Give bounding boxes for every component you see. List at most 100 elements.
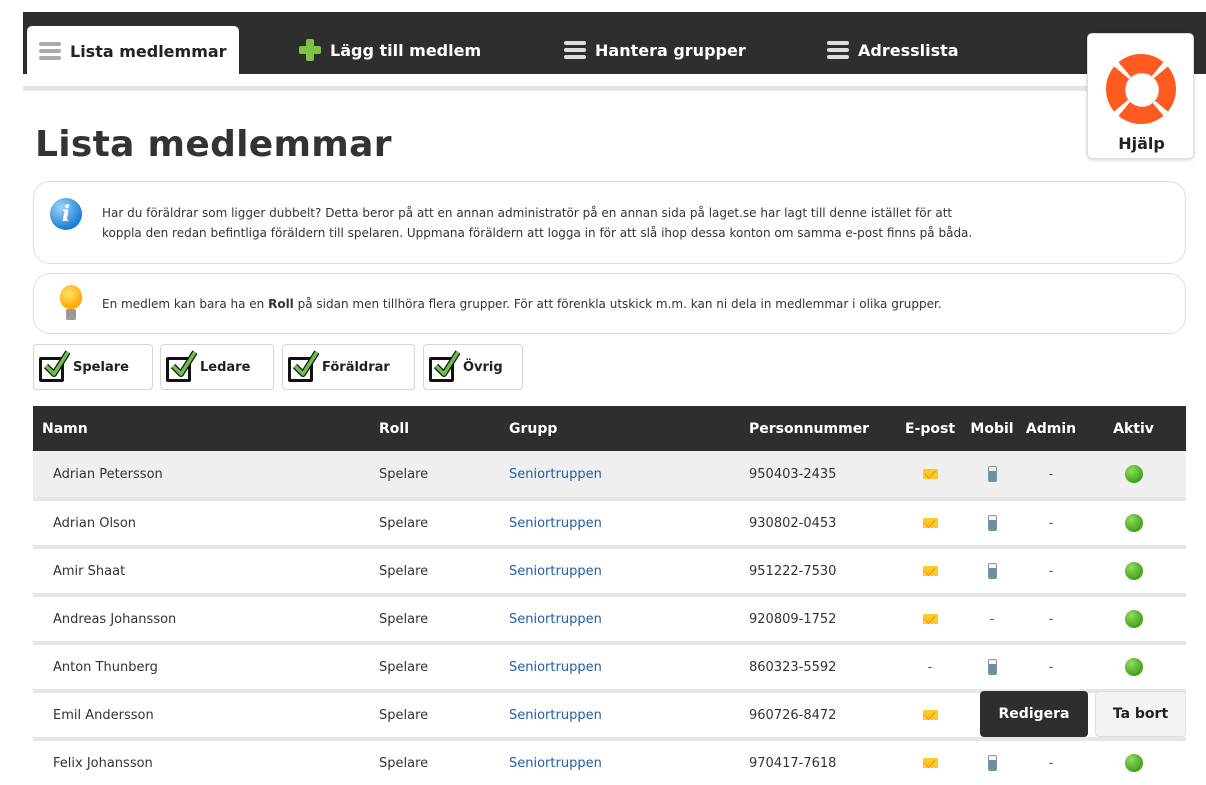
header-personnummer[interactable]: Personnummer bbox=[749, 406, 897, 451]
header-grupp[interactable]: Grupp bbox=[509, 406, 749, 451]
member-grupp: Seniortruppen bbox=[509, 499, 749, 549]
envelope-icon[interactable] bbox=[922, 566, 938, 576]
member-name-text: Emil Andersson bbox=[53, 707, 154, 723]
table-row[interactable]: Andreas Johansson Spelare Seniortruppen 920… bbox=[33, 595, 1186, 645]
member-admin: - bbox=[1021, 499, 1081, 549]
member-mobil bbox=[963, 451, 1021, 501]
table-row[interactable]: Felix Johansson Spelare Seniortruppen 97041… bbox=[33, 739, 1186, 785]
member-admin: - bbox=[1021, 547, 1081, 597]
tip-notice: En medlem kan bara ha en Roll på sidan m… bbox=[33, 273, 1186, 334]
table-row[interactable]: Anton Thunberg Spelare Seniortruppen 860323… bbox=[33, 643, 1186, 693]
personnummer-text: 930802-0453 bbox=[749, 515, 837, 531]
filter-ovrig[interactable]: Övrig bbox=[423, 344, 523, 390]
member-roll-text: Spelare bbox=[379, 515, 429, 531]
group-link[interactable]: Seniortruppen bbox=[509, 708, 602, 723]
admin-empty: - bbox=[1048, 563, 1054, 579]
filter-label: Spelare bbox=[73, 359, 129, 375]
group-link[interactable]: Seniortruppen bbox=[509, 516, 602, 531]
header-aktiv[interactable]: Aktiv bbox=[1081, 406, 1186, 451]
tab-adresslista[interactable]: Adresslista bbox=[815, 26, 971, 74]
info-line-2: koppla den redan befintliga föräldern ti… bbox=[102, 226, 973, 240]
table-row[interactable]: Adrian Petersson Spelare Seniortruppen 9504… bbox=[33, 451, 1186, 501]
phone-icon[interactable] bbox=[987, 563, 997, 579]
phone-icon[interactable] bbox=[987, 659, 997, 675]
header-admin[interactable]: Admin bbox=[1021, 406, 1081, 451]
member-grupp: Seniortruppen bbox=[509, 691, 749, 741]
epost-empty: - bbox=[927, 659, 933, 675]
tab-hantera-grupper[interactable]: Hantera grupper bbox=[552, 26, 758, 74]
filter-spelare[interactable]: Spelare bbox=[33, 344, 153, 390]
member-aktiv bbox=[1081, 739, 1186, 785]
active-status-icon bbox=[1124, 465, 1143, 483]
member-roll: Spelare bbox=[379, 739, 509, 785]
tab-lista-medlemmar[interactable]: Lista medlemmar bbox=[27, 26, 239, 76]
group-link[interactable]: Seniortruppen bbox=[509, 756, 602, 771]
member-name-text: Andreas Johansson bbox=[53, 611, 177, 627]
lifebuoy-icon bbox=[1106, 54, 1176, 124]
group-link[interactable]: Seniortruppen bbox=[509, 660, 602, 675]
phone-icon[interactable] bbox=[987, 755, 997, 771]
member-grupp: Seniortruppen bbox=[509, 739, 749, 785]
member-epost bbox=[897, 691, 963, 741]
member-mobil bbox=[963, 739, 1021, 785]
tab-label: Hantera grupper bbox=[595, 40, 746, 60]
tip-text-bold: Roll bbox=[268, 297, 294, 311]
member-roll-text: Spelare bbox=[379, 563, 429, 579]
member-admin: - bbox=[1021, 595, 1081, 645]
header-mobil[interactable]: Mobil bbox=[963, 406, 1021, 451]
envelope-icon[interactable] bbox=[922, 518, 938, 528]
member-grupp: Seniortruppen bbox=[509, 643, 749, 693]
header-namn[interactable]: Namn bbox=[33, 406, 379, 451]
personnummer-text: 960726-8472 bbox=[749, 707, 837, 723]
personnummer-text: 860323-5592 bbox=[749, 659, 837, 675]
table-row[interactable]: Adrian Olson Spelare Seniortruppen 930802-0… bbox=[33, 499, 1186, 549]
tab-lagg-till-medlem[interactable]: Lägg till medlem bbox=[287, 26, 493, 74]
filter-foraldrar[interactable]: Föräldrar bbox=[282, 344, 415, 390]
envelope-icon[interactable] bbox=[922, 710, 938, 720]
tip-text-after: på sidan men tillhöra flera grupper. För… bbox=[293, 297, 942, 311]
member-grupp: Seniortruppen bbox=[509, 595, 749, 645]
group-link[interactable]: Seniortruppen bbox=[509, 467, 602, 482]
edit-button[interactable]: Redigera bbox=[980, 691, 1088, 737]
header-roll[interactable]: Roll bbox=[379, 406, 509, 451]
admin-empty: - bbox=[1048, 466, 1054, 482]
info-notice: i Har du föräldrar som ligger dubbelt? D… bbox=[33, 181, 1186, 264]
tip-text: En medlem kan bara ha en Roll på sidan m… bbox=[102, 294, 942, 314]
member-aktiv bbox=[1081, 451, 1186, 501]
checkbox-checked-icon bbox=[166, 350, 198, 382]
delete-button[interactable]: Ta bort bbox=[1095, 691, 1186, 737]
tip-text-before: En medlem kan bara ha en bbox=[102, 297, 269, 311]
phone-icon[interactable] bbox=[987, 515, 997, 531]
active-status-icon bbox=[1124, 610, 1143, 628]
header-epost[interactable]: E-post bbox=[897, 406, 963, 451]
admin-empty: - bbox=[1048, 515, 1054, 531]
member-mobil: - bbox=[963, 595, 1021, 645]
member-roll: Spelare bbox=[379, 643, 509, 693]
member-name: Anton Thunberg bbox=[33, 643, 379, 693]
list-icon bbox=[39, 42, 61, 60]
table-row[interactable]: Amir Shaat Spelare Seniortruppen 951222-753… bbox=[33, 547, 1186, 597]
member-personnummer: 920809-1752 bbox=[749, 595, 897, 645]
group-link[interactable]: Seniortruppen bbox=[509, 564, 602, 579]
filter-ledare[interactable]: Ledare bbox=[160, 344, 274, 390]
help-button[interactable]: Hjälp bbox=[1087, 33, 1194, 159]
member-grupp: Seniortruppen bbox=[509, 547, 749, 597]
member-epost bbox=[897, 547, 963, 597]
envelope-icon[interactable] bbox=[922, 614, 938, 624]
member-personnummer: 960726-8472 bbox=[749, 691, 897, 741]
member-epost bbox=[897, 499, 963, 549]
member-mobil bbox=[963, 643, 1021, 693]
phone-icon[interactable] bbox=[987, 466, 997, 482]
info-icon: i bbox=[50, 198, 82, 230]
mobil-empty: - bbox=[989, 611, 995, 627]
member-roll: Spelare bbox=[379, 691, 509, 741]
member-roll-text: Spelare bbox=[379, 659, 429, 675]
member-aktiv bbox=[1081, 499, 1186, 549]
member-epost bbox=[897, 739, 963, 785]
envelope-icon[interactable] bbox=[922, 469, 938, 479]
envelope-icon[interactable] bbox=[922, 758, 938, 768]
info-line-1: Har du föräldrar som ligger dubbelt? Det… bbox=[102, 206, 953, 220]
member-epost bbox=[897, 451, 963, 501]
group-link[interactable]: Seniortruppen bbox=[509, 612, 602, 627]
member-name: Emil Andersson bbox=[33, 691, 379, 741]
